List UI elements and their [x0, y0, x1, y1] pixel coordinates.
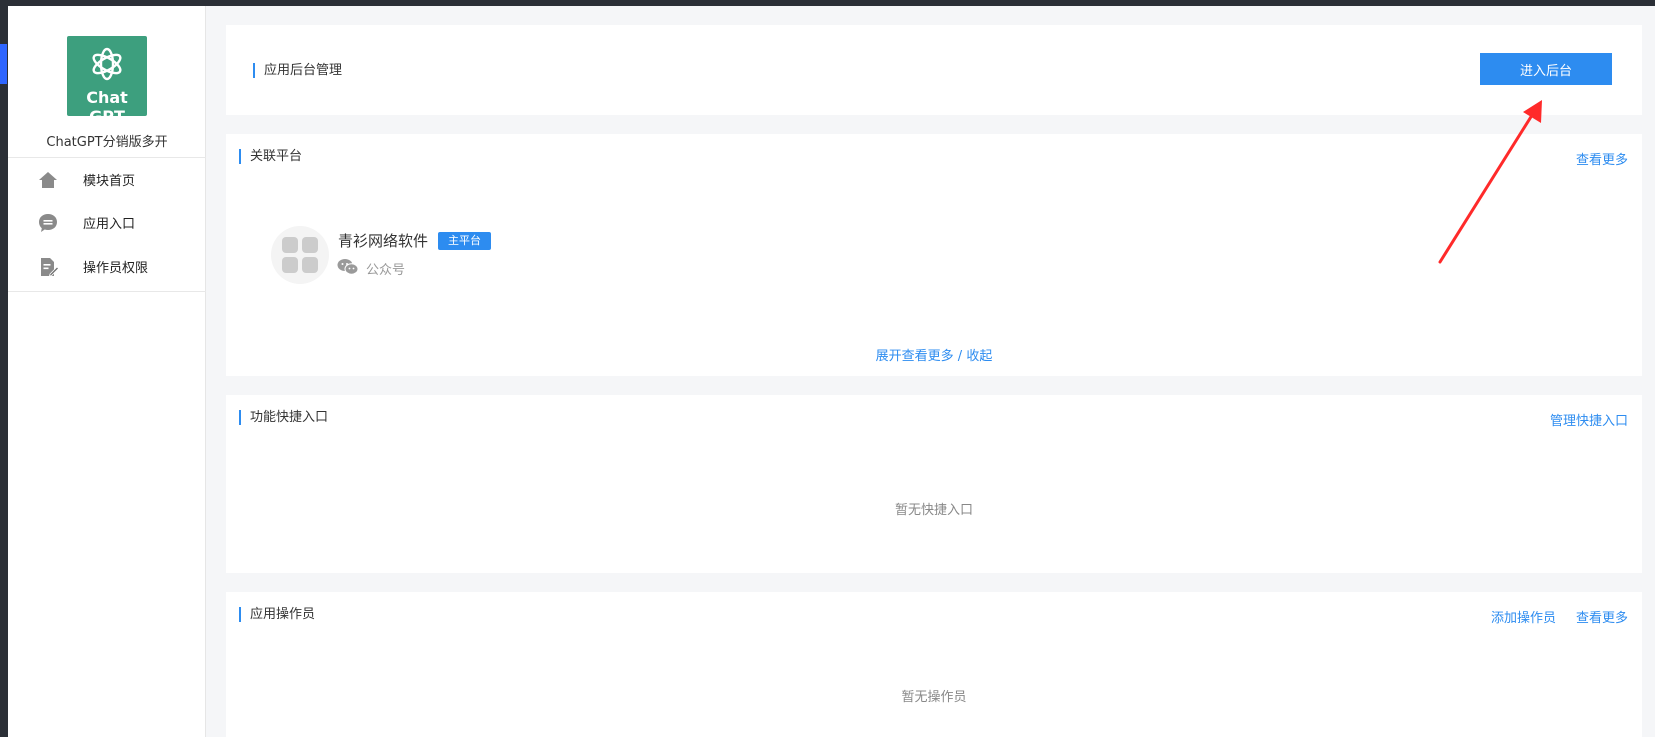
expand-collapse-link[interactable]: 展开查看更多 / 收起: [226, 345, 1642, 364]
enter-backend-button[interactable]: 进入后台: [1480, 53, 1612, 85]
main-platform-badge: 主平台: [438, 232, 491, 250]
card-title: 关联平台: [239, 149, 302, 164]
card-title: 功能快捷入口: [239, 410, 328, 425]
app-name: ChatGPT分销版多开: [46, 135, 168, 150]
platform-card: 关联平台 查看更多 青衫网络软件 主平台 公众号 展开查看更多 / 收起: [226, 134, 1642, 376]
outer-left-strip: [0, 6, 8, 737]
document-edit-icon: [41, 258, 59, 277]
sidebar-item-label: 应用入口: [83, 217, 136, 232]
sidebar-item-app-entry[interactable]: 应用入口: [8, 202, 206, 242]
sidebar-item-operator-permissions[interactable]: 操作员权限: [8, 246, 206, 286]
home-icon: [39, 172, 57, 188]
outer-active-indicator: [0, 44, 7, 84]
sidebar-divider: [8, 291, 206, 292]
sidebar-item-label: 操作员权限: [83, 261, 149, 276]
add-operator-link[interactable]: 添加操作员: [1491, 607, 1556, 626]
platform-name: 青衫网络软件: [338, 232, 429, 250]
avatar-tile: [302, 237, 318, 253]
avatar-tile: [282, 257, 298, 273]
platform-type: 公众号: [366, 263, 406, 278]
view-more-link[interactable]: 查看更多: [1576, 149, 1628, 168]
operator-card: 应用操作员 添加操作员 查看更多 暂无操作员: [226, 592, 1642, 737]
admin-card: 应用后台管理 进入后台: [226, 25, 1642, 115]
logo-text: Chat GPT: [86, 88, 128, 126]
view-more-link[interactable]: 查看更多: [1576, 607, 1628, 626]
wechat-icon: [337, 259, 359, 275]
avatar-tile: [282, 237, 298, 253]
chat-bubble-icon: [39, 214, 57, 232]
main-content: 应用后台管理 进入后台 关联平台 查看更多 青衫网络软件 主平台 公众号 展开查…: [206, 6, 1655, 737]
card-title: 应用操作员: [239, 607, 315, 622]
openai-knot-icon: [92, 47, 122, 81]
platform-avatar[interactable]: [271, 226, 329, 284]
manage-shortcuts-link[interactable]: 管理快捷入口: [1550, 410, 1628, 429]
card-title: 应用后台管理: [253, 63, 342, 78]
sidebar-item-module-home[interactable]: 模块首页: [8, 159, 206, 199]
empty-shortcuts-text: 暂无快捷入口: [894, 503, 973, 518]
sidebar-divider: [8, 157, 206, 158]
empty-operators-text: 暂无操作员: [901, 690, 967, 705]
avatar-tile: [302, 257, 318, 273]
sidebar: Chat GPT ChatGPT分销版多开 模块首页 应用入口 操作员权限: [8, 6, 206, 737]
chatgpt-logo: Chat GPT: [67, 36, 147, 126]
shortcut-card: 功能快捷入口 管理快捷入口 暂无快捷入口: [226, 395, 1642, 573]
sidebar-item-label: 模块首页: [83, 174, 136, 189]
